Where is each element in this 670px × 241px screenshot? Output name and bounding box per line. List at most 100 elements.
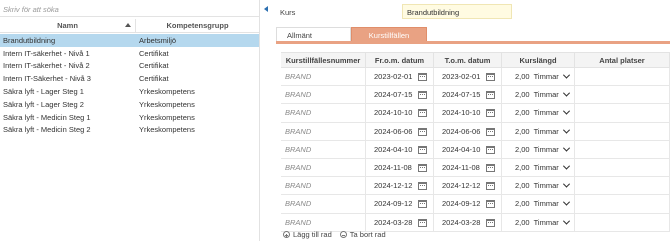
calendar-icon[interactable] [418,200,427,209]
grid-header-length[interactable]: Kurslängd [502,53,575,67]
cell-to-date[interactable]: 2024-10-10 [434,104,502,122]
grid-header-to[interactable]: T.o.m. datum [434,53,502,67]
tab-kurstillfallen[interactable]: Kurstillfällen [351,27,427,42]
search-input[interactable] [0,3,259,17]
cell-from-date[interactable]: 2023-02-01 [366,68,434,86]
cell-seats[interactable] [575,122,670,140]
cell-to-date[interactable]: 2024-11-08 [434,158,502,177]
list-item[interactable]: Intern IT-säkerhet - Nivå 2 Certifikat [0,60,259,73]
column-header-group[interactable]: Kompetensgrupp [136,19,259,32]
chevron-down-icon[interactable] [562,71,570,79]
cell-seats[interactable] [575,68,670,86]
calendar-icon[interactable] [486,200,495,209]
calendar-icon[interactable] [418,73,427,81]
cell-id[interactable]: BRAND [281,140,366,158]
calendar-icon[interactable] [418,182,427,191]
calendar-icon[interactable] [418,91,427,100]
table-row[interactable]: BRAND 2024-11-08 2024-11-08 2,00 Timmar [281,158,670,178]
remove-row-button[interactable]: Ta bort rad [339,230,386,239]
table-row[interactable]: BRAND 2024-12-12 2024-12-12 2,00 Timmar [281,177,670,196]
cell-id[interactable]: BRAND [281,122,366,140]
kurs-field[interactable]: Brandutbildning [402,4,512,19]
calendar-icon[interactable] [486,73,495,81]
cell-id[interactable]: BRAND [281,68,366,86]
cell-seats[interactable] [575,140,670,158]
cell-id[interactable]: BRAND [281,86,366,104]
cell-length[interactable]: 2,00 Timmar [502,158,575,177]
cell-id[interactable]: BRAND [281,195,366,213]
cell-length[interactable]: 2,00 Timmar [502,68,575,86]
calendar-icon[interactable] [486,218,495,227]
cell-from-date[interactable]: 2024-09-12 [366,195,434,213]
calendar-icon[interactable] [418,127,427,136]
table-row[interactable]: BRAND 2024-03-28 2024-03-28 2,00 Timmar [281,213,670,232]
cell-from-date[interactable]: 2024-03-28 [366,213,434,231]
cell-id[interactable]: BRAND [281,177,366,195]
cell-to-date[interactable]: 2024-03-28 [434,213,502,231]
list-item[interactable]: Intern IT-säkerhet - Nivå 1 Certifikat [0,47,259,60]
list-item[interactable]: Säkra lyft - Medicin Steg 1 Yrkeskompeten… [0,111,259,124]
list-item[interactable]: Säkra lyft - Lager Steg 2 Yrkeskompetens [0,98,259,111]
chevron-down-icon[interactable] [562,198,570,207]
chevron-down-icon[interactable] [562,126,570,134]
cell-seats[interactable] [575,158,670,177]
grid-header-from[interactable]: Fr.o.m. datum [366,53,434,67]
chevron-down-icon[interactable] [562,108,570,116]
table-row[interactable]: BRAND 2023-02-01 2023-02-01 2,00 Timmar [281,68,670,87]
cell-seats[interactable] [575,213,670,231]
cell-from-date[interactable]: 2024-10-10 [366,104,434,122]
cell-to-date[interactable]: 2024-07-15 [434,86,502,104]
table-row[interactable]: BRAND 2024-09-12 2024-09-12 2,00 Timmar [281,195,670,214]
cell-seats[interactable] [575,86,670,104]
cell-length[interactable]: 2,00 Timmar [502,140,575,158]
cell-length[interactable]: 2,00 Timmar [502,104,575,122]
grid-header-id[interactable]: Kurstillfällesnummer [281,53,366,67]
cell-id[interactable]: BRAND [281,213,366,231]
calendar-icon[interactable] [418,145,427,154]
chevron-down-icon[interactable] [562,217,570,225]
cell-from-date[interactable]: 2024-04-10 [366,140,434,158]
collapse-panel-icon[interactable] [264,6,268,12]
cell-to-date[interactable]: 2023-02-01 [434,68,502,86]
cell-from-date[interactable]: 2024-12-12 [366,177,434,195]
chevron-down-icon[interactable] [562,144,570,152]
cell-seats[interactable] [575,104,670,122]
cell-from-date[interactable]: 2024-06-06 [366,122,434,140]
cell-length[interactable]: 2,00 Timmar [502,86,575,104]
cell-length[interactable]: 2,00 Timmar [502,177,575,195]
list-item[interactable]: Intern IT-Säkerhet - Nivå 3 Certifikat [0,72,259,85]
column-header-name[interactable]: Namn [0,19,136,32]
cell-from-date[interactable]: 2024-11-08 [366,158,434,177]
calendar-icon[interactable] [418,163,427,172]
cell-to-date[interactable]: 2024-04-10 [434,140,502,158]
calendar-icon[interactable] [486,109,495,118]
calendar-icon[interactable] [486,163,495,172]
table-row[interactable]: BRAND 2024-10-10 2024-10-10 2,00 Timmar [281,104,670,123]
calendar-icon[interactable] [486,182,495,191]
calendar-icon[interactable] [418,109,427,118]
grid-header-seats[interactable]: Antal platser [575,53,670,67]
list-item[interactable]: Säkra lyft - Lager Steg 1 Yrkeskompetens [0,85,259,98]
chevron-down-icon[interactable] [562,89,570,97]
cell-to-date[interactable]: 2024-12-12 [434,177,502,195]
cell-length[interactable]: 2,00 Timmar [502,213,575,231]
table-row[interactable]: BRAND 2024-06-06 2024-06-06 2,00 Timmar [281,122,670,141]
cell-seats[interactable] [575,177,670,195]
cell-from-date[interactable]: 2024-07-15 [366,86,434,104]
calendar-icon[interactable] [486,127,495,136]
list-item[interactable]: Brandutbildning Arbetsmiljö [0,34,259,47]
cell-length[interactable]: 2,00 Timmar [502,195,575,213]
calendar-icon[interactable] [486,145,495,154]
cell-to-date[interactable]: 2024-06-06 [434,122,502,140]
tab-allmant[interactable]: Allmänt [276,27,351,42]
chevron-down-icon[interactable] [562,162,570,170]
table-row[interactable]: BRAND 2024-04-10 2024-04-10 2,00 Timmar [281,140,670,159]
cell-to-date[interactable]: 2024-09-12 [434,195,502,213]
cell-seats[interactable] [575,195,670,213]
cell-id[interactable]: BRAND [281,104,366,122]
list-item[interactable]: Säkra lyft - Medicin Steg 2 Yrkeskompeten… [0,124,259,137]
table-row[interactable]: BRAND 2024-07-15 2024-07-15 2,00 Timmar [281,86,670,105]
chevron-down-icon[interactable] [562,180,570,188]
add-row-button[interactable]: Lägg till rad [283,230,332,239]
cell-length[interactable]: 2,00 Timmar [502,122,575,140]
